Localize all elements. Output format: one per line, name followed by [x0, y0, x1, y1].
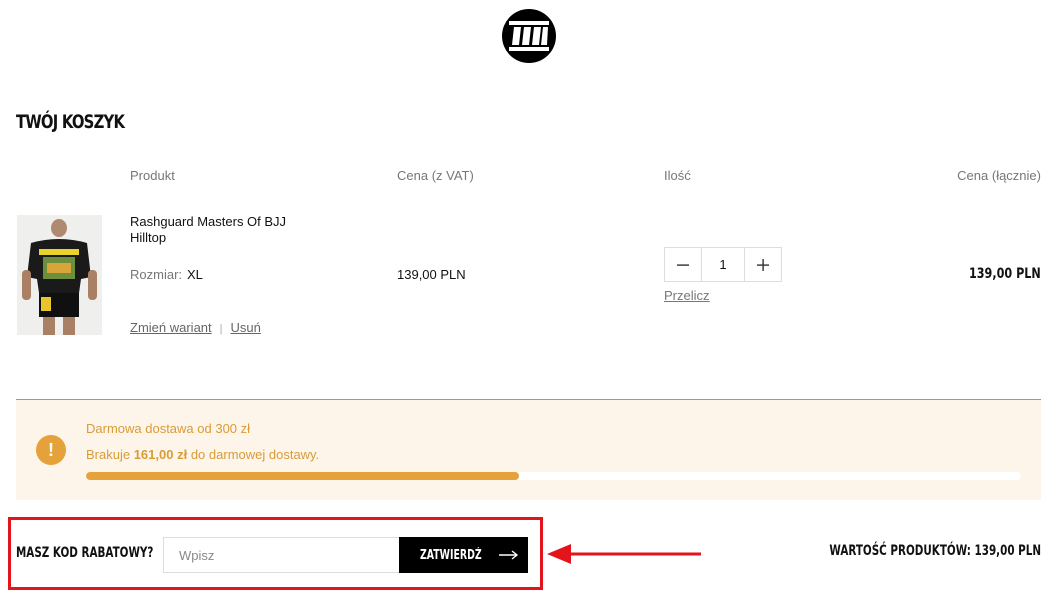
products-total-summary: WARTOŚĆ PRODUKTÓW: 139,00 PLN	[829, 543, 1041, 559]
coupon-label: MASZ KOD RABATOWY?	[16, 545, 154, 561]
column-header-total: Cena (łącznie)	[957, 168, 1041, 183]
cart-title: TWÓJ KOSZYK	[16, 111, 125, 133]
progress-fill	[86, 472, 519, 480]
remaining-prefix: Brakuje	[86, 447, 131, 462]
column-header-product: Produkt	[130, 168, 175, 183]
submit-coupon-label: ZATWIERDŹ	[419, 547, 482, 563]
minus-icon	[677, 263, 689, 266]
exclamation-icon: !	[36, 435, 66, 465]
increase-quantity-button[interactable]	[745, 248, 781, 281]
free-shipping-progress-bar	[86, 472, 1021, 480]
submit-coupon-button[interactable]: ZATWIERDŹ	[399, 537, 528, 573]
size-value: XL	[187, 267, 203, 282]
change-variant-link[interactable]: Zmień wariant	[130, 320, 212, 335]
actions-separator: |	[219, 323, 223, 335]
size-label: Rozmiar:	[130, 267, 183, 282]
unit-price: 139,00 PLN	[397, 267, 466, 282]
pitbull-logo-icon[interactable]	[501, 8, 557, 64]
product-name[interactable]: Rashguard Masters Of BJJ Hilltop	[130, 214, 310, 246]
recalculate-link[interactable]: Przelicz	[664, 288, 710, 303]
plus-icon	[757, 258, 769, 271]
remove-item-link[interactable]: Usuń	[231, 320, 261, 335]
free-shipping-remaining: Brakuje 161,00 zł do darmowej dostawy.	[86, 447, 319, 462]
column-header-quantity: Ilość	[664, 168, 691, 183]
free-shipping-threshold: Darmowa dostawa od 300 zł	[86, 421, 251, 436]
annotation-arrow-icon	[547, 544, 701, 564]
quantity-stepper: 1	[664, 247, 782, 282]
remaining-suffix: do darmowej dostawy.	[190, 447, 320, 462]
remaining-amount: 161,00 zł	[133, 447, 188, 462]
column-header-price: Cena (z VAT)	[397, 168, 474, 183]
coupon-code-input[interactable]	[163, 537, 400, 573]
quantity-value[interactable]: 1	[701, 248, 745, 281]
line-total: 139,00 PLN	[969, 266, 1041, 282]
item-actions: Zmień wariant | Usuń	[130, 320, 261, 335]
decrease-quantity-button[interactable]	[665, 248, 701, 281]
free-shipping-banner: ! Darmowa dostawa od 300 zł Brakuje 161,…	[16, 400, 1041, 500]
arrow-right-icon	[499, 550, 519, 560]
product-image[interactable]	[17, 215, 102, 335]
product-size: Rozmiar: XL	[130, 267, 203, 282]
